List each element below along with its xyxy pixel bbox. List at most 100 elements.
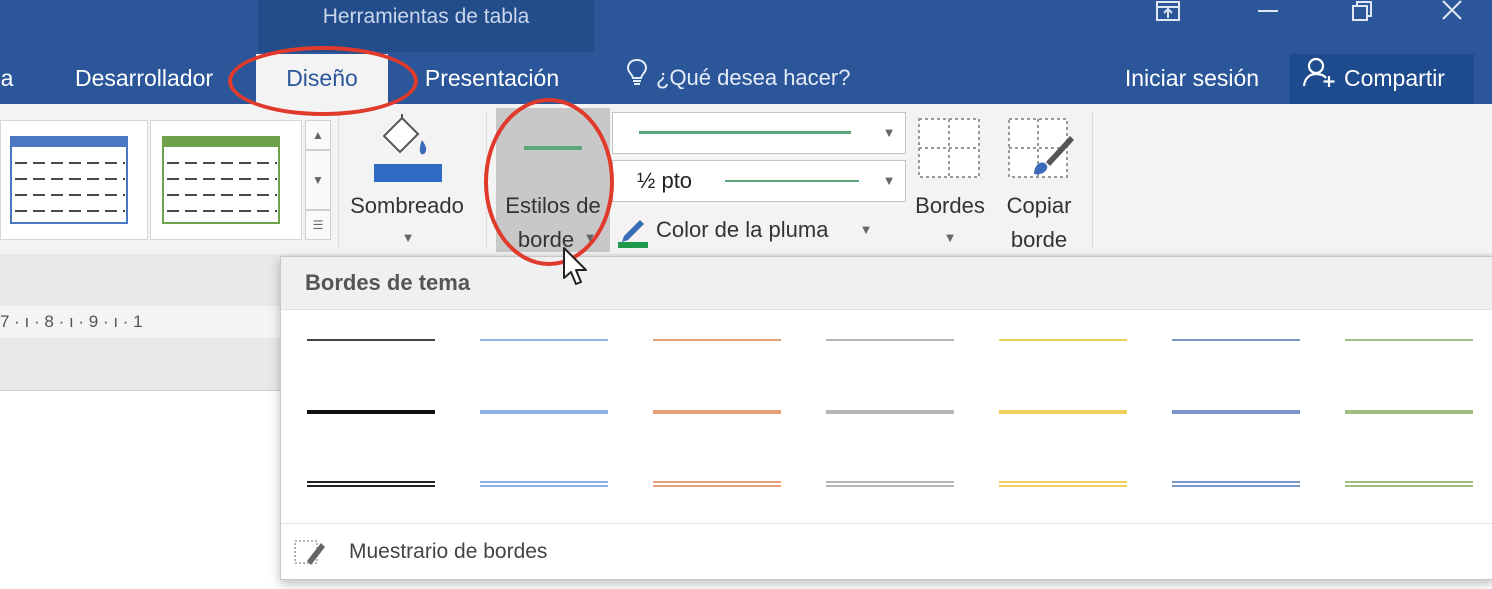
- border-swatch-line: [999, 339, 1127, 341]
- border-swatch-thin-2[interactable]: [480, 335, 608, 347]
- border-swatch-line: [1345, 410, 1473, 414]
- border-swatch-line: [999, 485, 1127, 487]
- border-swatch-thick-3[interactable]: [653, 407, 781, 419]
- paint-bucket-icon[interactable]: [372, 112, 444, 188]
- border-swatch-thick-2[interactable]: [480, 407, 608, 419]
- tab-diseno[interactable]: Diseño: [256, 52, 388, 104]
- group-divider: [1092, 112, 1093, 248]
- line-style-preview: [639, 131, 851, 134]
- border-swatch-thin-7[interactable]: [1345, 335, 1473, 347]
- chevron-down-icon: ▼: [312, 173, 324, 187]
- gallery-scroll-down-button[interactable]: ▼: [305, 150, 331, 210]
- border-swatch-thick-4[interactable]: [826, 407, 954, 419]
- border-swatch-double-5[interactable]: [999, 479, 1127, 491]
- border-swatch-line: [653, 339, 781, 341]
- border-swatch-line: [480, 410, 608, 414]
- borders-label[interactable]: Bordes: [908, 190, 992, 222]
- line-style-dropdown[interactable]: ▼: [612, 112, 906, 154]
- tell-me-label: ¿Qué desea hacer?: [656, 65, 851, 90]
- border-swatch-line: [307, 339, 435, 341]
- lightbulb-icon: [626, 53, 648, 105]
- share-label: Compartir: [1344, 65, 1445, 91]
- border-swatch-thin-5[interactable]: [999, 335, 1127, 347]
- line-weight-value: ½ pto: [637, 168, 693, 193]
- border-sampler-menu-item[interactable]: Muestrario de bordes: [281, 525, 1492, 579]
- ruler-ticks: 7 · ı · 8 · ı · 9 · ı · 1: [0, 312, 143, 331]
- border-painter-label-line2[interactable]: borde: [996, 224, 1082, 256]
- chevron-up-icon: ▲: [312, 128, 324, 142]
- chevron-down-icon: ▼: [882, 173, 896, 188]
- border-styles-dropdown: Bordes de tema Muestrario de bordes: [280, 256, 1492, 580]
- border-swatch-thin-3[interactable]: [653, 335, 781, 347]
- border-swatch-thick-1[interactable]: [307, 407, 435, 419]
- add-person-icon: [1302, 56, 1336, 104]
- chevron-down-icon[interactable]: ▼: [938, 230, 962, 245]
- chevron-down-icon[interactable]: ▼: [396, 230, 420, 245]
- dropdown-divider: [281, 523, 1492, 524]
- pen-color-button[interactable]: Color de la pluma ▼: [614, 212, 880, 252]
- tab-presentacion[interactable]: Presentación: [412, 52, 572, 104]
- border-sampler-icon: [293, 537, 327, 572]
- document-page: [0, 390, 282, 589]
- expand-gallery-icon: ☰: [312, 218, 324, 232]
- border-swatch-line: [826, 410, 954, 414]
- border-swatch-double-6[interactable]: [1172, 479, 1300, 491]
- group-divider: [486, 112, 487, 248]
- border-swatch-thick-5[interactable]: [999, 407, 1127, 419]
- border-swatch-line: [826, 339, 954, 341]
- border-swatch-thick-7[interactable]: [1345, 407, 1473, 419]
- line-weight-dropdown[interactable]: ½ pto ▼: [612, 160, 906, 202]
- border-swatch-line: [653, 485, 781, 487]
- share-button[interactable]: Compartir: [1290, 54, 1474, 104]
- border-painter-label-line1[interactable]: Copiar: [996, 190, 1082, 222]
- minimize-icon[interactable]: [1240, 0, 1296, 26]
- tell-me-search[interactable]: ¿Qué desea hacer?: [626, 52, 850, 104]
- border-sampler-label: Muestrario de bordes: [349, 540, 548, 563]
- border-swatch-double-3[interactable]: [653, 479, 781, 491]
- table-style-thumbnail-green[interactable]: [150, 120, 302, 240]
- border-swatch-line: [307, 481, 435, 483]
- border-swatch-line: [1345, 339, 1473, 341]
- chevron-down-icon: ▼: [882, 125, 896, 140]
- border-swatch-double-7[interactable]: [1345, 479, 1473, 491]
- sign-in-link[interactable]: Iniciar sesión: [1114, 52, 1270, 104]
- border-swatch-thin-6[interactable]: [1172, 335, 1300, 347]
- theme-borders-heading: Bordes de tema: [305, 270, 471, 295]
- restore-icon[interactable]: [1334, 0, 1390, 26]
- border-swatch-line: [480, 481, 608, 483]
- border-swatch-double-4[interactable]: [826, 479, 954, 491]
- border-painter-icon[interactable]: [1006, 116, 1076, 182]
- line-weight-preview: [725, 180, 859, 182]
- gallery-more-button[interactable]: ☰: [305, 210, 331, 240]
- border-swatch-line: [826, 485, 954, 487]
- borders-icon[interactable]: [916, 116, 982, 180]
- border-swatch-line: [1172, 481, 1300, 483]
- border-swatch-line: [653, 481, 781, 483]
- border-swatch-thick-6[interactable]: [1172, 407, 1300, 419]
- gallery-scroll-up-button[interactable]: ▲: [305, 120, 331, 150]
- close-icon[interactable]: [1424, 0, 1480, 26]
- mouse-cursor-icon: [562, 246, 590, 293]
- border-swatch-line: [653, 410, 781, 414]
- border-swatch-double-2[interactable]: [480, 479, 608, 491]
- border-swatch-line: [480, 339, 608, 341]
- border-swatch-thin-4[interactable]: [826, 335, 954, 347]
- chevron-down-icon: ▼: [583, 230, 597, 245]
- sombreado-label[interactable]: Sombreado: [338, 190, 476, 222]
- border-styles-label-line1: Estilos de: [505, 193, 601, 218]
- border-swatch-line: [480, 485, 608, 487]
- border-swatch-line: [999, 481, 1127, 483]
- border-swatch-double-1[interactable]: [307, 479, 435, 491]
- ribbon-display-icon[interactable]: [1140, 0, 1196, 26]
- chevron-down-icon: ▼: [859, 222, 873, 237]
- border-swatch-line: [307, 485, 435, 487]
- border-swatch-line: [1345, 485, 1473, 487]
- border-swatch-thin-1[interactable]: [307, 335, 435, 347]
- tab-partial[interactable]: a: [0, 52, 14, 104]
- border-swatch-line: [307, 410, 435, 414]
- tab-desarrollador[interactable]: Desarrollador: [58, 52, 230, 104]
- pen-color-icon: [616, 214, 650, 253]
- table-style-thumbnail-blue[interactable]: [0, 120, 148, 240]
- context-tab-label: Herramientas de tabla: [322, 5, 530, 28]
- border-style-preview-icon: [524, 146, 582, 150]
